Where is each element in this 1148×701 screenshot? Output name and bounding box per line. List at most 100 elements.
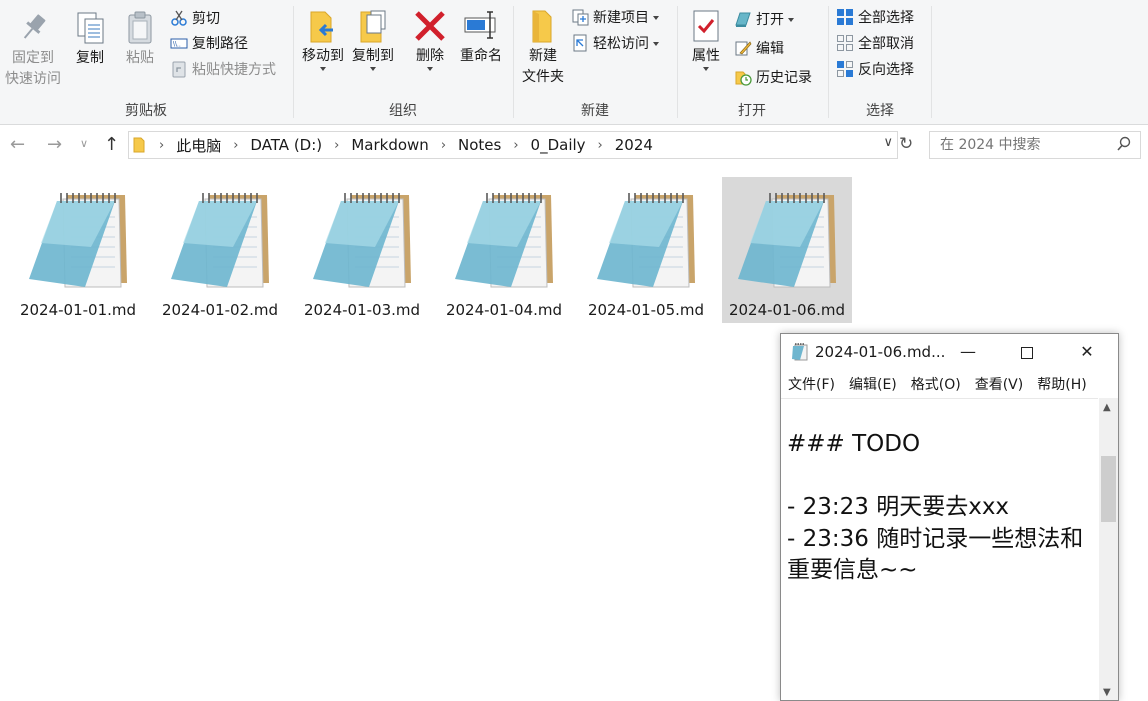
up-arrow-icon[interactable]: ↑ (104, 134, 119, 155)
breadcrumb-separator-icon[interactable]: › (153, 138, 170, 153)
select-none-icon (836, 34, 854, 52)
search-icon[interactable] (1117, 136, 1131, 156)
open-icon (734, 10, 752, 28)
pin-to-quick-access-button[interactable]: 固定到 快速访问 (2, 10, 64, 90)
recent-locations-chevron-icon[interactable]: ∨ (80, 137, 88, 150)
file-item[interactable]: 2024-01-02.md (155, 177, 285, 323)
file-item[interactable]: 2024-01-04.md (439, 177, 569, 323)
pin-icon (15, 10, 51, 46)
breadcrumb-this-pc[interactable]: 此电脑 (170, 135, 227, 156)
new-folder-button[interactable]: 新建 文件夹 (516, 8, 570, 88)
cut-button[interactable]: 剪切 (170, 8, 220, 30)
paste-button[interactable]: 粘贴 (118, 10, 162, 69)
properties-button[interactable]: 属性 (684, 8, 728, 71)
easy-access-button[interactable]: 轻松访问 (571, 33, 659, 55)
paste-icon (122, 10, 158, 46)
file-name: 2024-01-02.md (161, 301, 279, 319)
breadcrumb-separator-icon[interactable]: › (435, 138, 452, 153)
new-folder-label-line2: 文件夹 (522, 69, 564, 85)
address-dropdown-chevron-icon[interactable]: ∨ (883, 135, 893, 150)
svg-text:\\..: \\.. (173, 42, 181, 49)
edit-button[interactable]: 编辑 (734, 38, 784, 60)
notepad-title-bar[interactable]: 2024-01-06.md... — ✕ (781, 334, 1118, 370)
delete-button[interactable]: 删除 (408, 8, 452, 71)
search-input[interactable] (938, 132, 1112, 158)
new-item-label: 新建项目 (593, 10, 649, 26)
move-to-button[interactable]: 移动到 (298, 8, 348, 71)
select-none-button[interactable]: 全部取消 (836, 33, 914, 55)
search-box[interactable] (929, 131, 1141, 159)
open-group: 属性 打开 编辑 历史记录 打开 (678, 0, 826, 124)
paste-shortcut-label: 粘贴快捷方式 (192, 62, 276, 78)
breadcrumb-data-drive[interactable]: DATA (D:) (244, 136, 328, 154)
vertical-scrollbar[interactable]: ▲ ▼ (1099, 398, 1118, 700)
copy-to-label: 复制到 (352, 48, 394, 64)
scrollbar-thumb[interactable] (1101, 456, 1116, 522)
file-name: 2024-01-06.md (728, 301, 846, 319)
breadcrumb-separator-icon[interactable]: › (507, 138, 524, 153)
breadcrumb-2024[interactable]: 2024 (609, 136, 659, 154)
file-item[interactable]: 2024-01-03.md (297, 177, 427, 323)
address-bar[interactable]: › 此电脑 › DATA (D:) › Markdown › Notes › 0… (128, 131, 898, 159)
new-item-button[interactable]: 新建项目 (571, 7, 659, 29)
menu-help[interactable]: 帮助(H) (1030, 370, 1093, 396)
open-button[interactable]: 打开 (734, 9, 794, 31)
notepad-file-icon (313, 193, 411, 288)
notepad-file-icon (738, 193, 836, 288)
move-to-dropdown-icon (320, 67, 326, 71)
minimize-icon[interactable]: — (953, 340, 983, 364)
new-item-dropdown-icon (653, 16, 659, 20)
new-group-label: 新建 (581, 103, 609, 119)
copy-icon (72, 10, 108, 46)
breadcrumb-markdown[interactable]: Markdown (345, 136, 434, 154)
rename-button[interactable]: 重命名 (454, 8, 508, 67)
history-button[interactable]: 历史记录 (734, 67, 812, 89)
delete-x-icon (412, 8, 448, 44)
select-all-button[interactable]: 全部选择 (836, 7, 914, 29)
select-group: 全部选择 全部取消 反向选择 选择 (829, 0, 931, 124)
menu-file[interactable]: 文件(F) (781, 370, 842, 396)
scroll-up-arrow-icon[interactable]: ▲ (1103, 402, 1111, 413)
rename-icon (463, 8, 499, 44)
file-item[interactable]: 2024-01-01.md (13, 177, 143, 323)
invert-selection-button[interactable]: 反向选择 (836, 59, 914, 81)
properties-label: 属性 (692, 48, 720, 64)
scroll-down-arrow-icon[interactable]: ▼ (1103, 687, 1111, 698)
close-icon[interactable]: ✕ (1072, 340, 1102, 364)
breadcrumb-separator-icon[interactable]: › (592, 138, 609, 153)
notepad-content[interactable]: ### TODO - 23:23 明天要去xxx - 23:36 随时记录一些想… (787, 429, 1093, 587)
properties-icon (688, 8, 724, 44)
copy-path-button[interactable]: \\.. 复制路径 (170, 33, 248, 55)
new-group: 新建 文件夹 新建项目 轻松访问 新建 (514, 0, 676, 124)
file-item-selected[interactable]: 2024-01-06.md (722, 177, 852, 323)
history-label: 历史记录 (756, 70, 812, 86)
breadcrumb-separator-icon[interactable]: › (227, 138, 244, 153)
copy-to-folder-icon (355, 8, 391, 44)
file-name: 2024-01-04.md (445, 301, 563, 319)
breadcrumb-separator-icon[interactable]: › (328, 138, 345, 153)
file-name: 2024-01-01.md (19, 301, 137, 319)
menu-view[interactable]: 查看(V) (968, 370, 1031, 396)
file-item[interactable]: 2024-01-05.md (581, 177, 711, 323)
copy-to-button[interactable]: 复制到 (348, 8, 398, 71)
delete-label: 删除 (416, 48, 444, 64)
breadcrumb-daily[interactable]: 0_Daily (525, 136, 592, 154)
breadcrumb-notes[interactable]: Notes (452, 136, 507, 154)
edit-label: 编辑 (756, 41, 784, 57)
menu-edit[interactable]: 编辑(E) (842, 370, 904, 396)
paste-shortcut-icon (170, 60, 188, 78)
copy-label: 复制 (76, 50, 104, 66)
easy-access-label: 轻松访问 (593, 36, 649, 52)
notepad-window[interactable]: 2024-01-06.md... — ✕ 文件(F) 编辑(E) 格式(O) 查… (780, 333, 1119, 701)
open-dropdown-icon (788, 18, 794, 22)
new-folder-label-line1: 新建 (529, 48, 557, 64)
forward-arrow-icon[interactable]: → (47, 134, 62, 155)
paste-shortcut-button[interactable]: 粘贴快捷方式 (170, 59, 276, 81)
file-name: 2024-01-05.md (587, 301, 705, 319)
notepad-text-area[interactable]: ### TODO - 23:23 明天要去xxx - 23:36 随时记录一些想… (781, 398, 1098, 700)
maximize-icon[interactable] (1012, 340, 1042, 364)
menu-format[interactable]: 格式(O) (904, 370, 968, 396)
copy-button[interactable]: 复制 (68, 10, 112, 69)
refresh-icon[interactable]: ↻ (899, 134, 913, 154)
back-arrow-icon[interactable]: ← (10, 134, 25, 155)
